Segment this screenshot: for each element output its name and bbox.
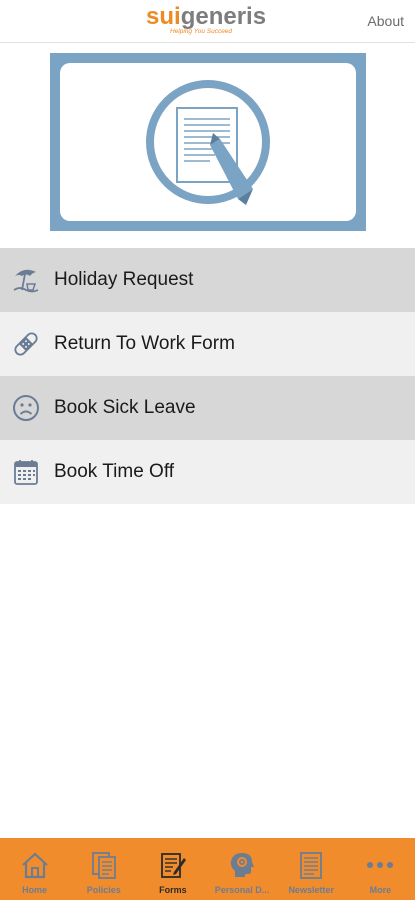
- menu-item-label: Return To Work Form: [54, 333, 235, 354]
- tab-label: More: [369, 885, 392, 895]
- home-icon: [21, 852, 48, 879]
- logo-text-generis: generis: [180, 3, 267, 30]
- document-pencil-icon: [50, 53, 366, 231]
- tab-label: Policies: [86, 885, 121, 895]
- calendar-icon: [14, 460, 38, 485]
- head-gear-icon: [230, 853, 255, 877]
- logo-text-sui: sui: [146, 3, 181, 30]
- tab-home[interactable]: Home: [0, 838, 69, 900]
- logo-tagline: Helping You Succeed: [170, 28, 233, 35]
- menu-item-label: Holiday Request: [54, 269, 194, 290]
- tab-personal-development[interactable]: Personal D...: [207, 838, 276, 900]
- logo: suigeneris Helping You Succeed: [146, 5, 272, 37]
- beach-umbrella-icon: [13, 269, 39, 293]
- menu-item-book-sick-leave[interactable]: Book Sick Leave: [0, 376, 415, 440]
- form-edit-icon: [160, 853, 186, 878]
- documents-icon: [91, 852, 116, 879]
- more-dots-icon: [367, 862, 394, 868]
- sad-face-icon: [13, 395, 39, 421]
- bottom-tab-bar: Home Policies Forms Personal D... Newsle…: [0, 838, 415, 900]
- tab-policies[interactable]: Policies: [69, 838, 138, 900]
- header-bar: suigeneris Helping You Succeed About: [0, 0, 415, 43]
- tab-more[interactable]: More: [346, 838, 415, 900]
- menu-item-holiday-request[interactable]: Holiday Request: [0, 248, 415, 312]
- tab-label: Forms: [159, 885, 187, 895]
- about-link[interactable]: About: [367, 13, 404, 29]
- tab-label: Home: [22, 885, 48, 895]
- forms-menu: Holiday Request Return To Work Form Book…: [0, 248, 415, 504]
- tab-label: Newsletter: [288, 885, 334, 895]
- tab-forms[interactable]: Forms: [138, 838, 207, 900]
- forms-hero-banner: [50, 53, 366, 231]
- tab-newsletter[interactable]: Newsletter: [277, 838, 346, 900]
- tab-label: Personal D...: [214, 885, 270, 895]
- menu-item-label: Book Time Off: [54, 461, 175, 482]
- menu-item-book-time-off[interactable]: Book Time Off: [0, 440, 415, 504]
- newsletter-icon: [300, 852, 323, 879]
- bandage-icon: [14, 332, 38, 356]
- menu-item-label: Book Sick Leave: [54, 397, 196, 418]
- menu-item-return-to-work[interactable]: Return To Work Form: [0, 312, 415, 376]
